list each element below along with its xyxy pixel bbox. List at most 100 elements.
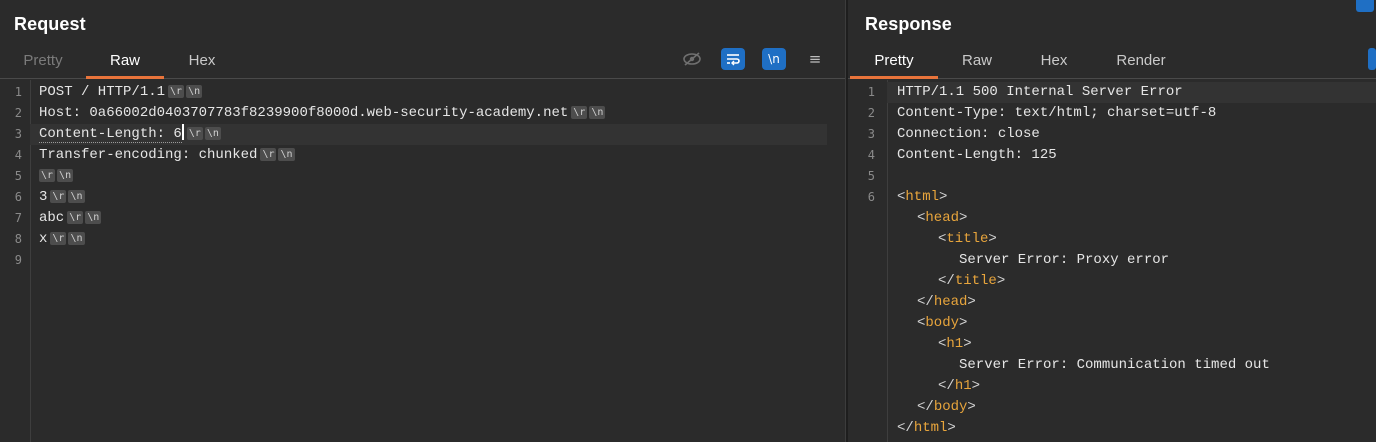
cr-token: \r <box>67 211 84 224</box>
response-line-text: Content-Length: 125 <box>897 147 1057 163</box>
response-line: </title> <box>938 273 1006 289</box>
response-line: Server Error: Communication timed out <box>887 355 1376 376</box>
request-line: 2 Host: 0a66002d0403707783f8239900f8000d… <box>15 103 845 124</box>
cr-token: \r <box>186 127 203 140</box>
response-tab-render[interactable]: Render <box>1112 52 1170 78</box>
request-tab-hex[interactable]: Hex <box>184 52 220 78</box>
request-title: Request <box>14 14 86 34</box>
line-number: 2 <box>867 106 875 120</box>
response-title: Response <box>865 14 952 34</box>
response-tabs: Pretty Raw Hex Render <box>848 48 1376 79</box>
options-icon[interactable] <box>1368 48 1376 70</box>
head-tag-close: head <box>933 294 968 310</box>
request-line-text: x <box>39 231 48 247</box>
response-line: 5 <box>868 166 1376 187</box>
line-number: 9 <box>14 253 22 267</box>
response-line: <h1> <box>938 336 972 352</box>
line-number: 1 <box>867 85 875 99</box>
request-line-text: POST / HTTP/1.1 <box>39 84 166 100</box>
request-line: 4 Transfer-encoding: chunked \r \n <box>15 145 845 166</box>
request-tab-raw[interactable]: Raw <box>86 52 164 79</box>
response-line: </h1> <box>938 378 981 394</box>
response-line: </head> <box>917 294 976 310</box>
lf-token: \n <box>68 190 85 203</box>
line-number: 5 <box>867 169 875 183</box>
h1-text: Server Error: Communication timed out <box>959 357 1270 373</box>
lf-token: \n <box>589 106 606 119</box>
response-tab-raw[interactable]: Raw <box>960 52 994 78</box>
response-line: </html> <box>897 420 956 436</box>
lf-token: \n <box>68 232 85 245</box>
cr-token: \r <box>50 190 67 203</box>
response-line: 4 Content-Length: 125 <box>868 145 1376 166</box>
response-line: </body> <box>917 399 976 415</box>
response-line-text: HTTP/1.1 500 Internal Server Error <box>897 84 1183 100</box>
response-line: 3 Connection: close <box>868 124 1376 145</box>
cr-token: \r <box>571 106 588 119</box>
line-number: 6 <box>14 190 22 204</box>
lf-token: \n <box>278 148 295 161</box>
layout-toggle-icon[interactable] <box>1356 0 1374 12</box>
request-line: 7 abc \r \n <box>15 208 845 229</box>
response-line: 6 <html> <box>868 187 1376 208</box>
title-tag-close: title <box>954 273 997 289</box>
body-tag-open: body <box>925 315 960 331</box>
html-tag-open: html <box>905 189 940 205</box>
line-number: 7 <box>14 211 22 225</box>
line-number: 5 <box>14 169 22 183</box>
response-tab-hex[interactable]: Hex <box>1036 52 1072 78</box>
cr-token: \r <box>168 85 185 98</box>
h1-tag-open: h1 <box>946 336 964 352</box>
newline-toggle-icon[interactable]: \n <box>762 48 786 70</box>
request-line: 8 x \r \n <box>15 229 845 250</box>
menu-icon[interactable]: ≡ <box>803 48 827 70</box>
response-line: <head> <box>917 210 968 226</box>
eye-hidden-icon[interactable] <box>680 48 704 70</box>
request-line-text: Transfer-encoding: chunked <box>39 147 258 163</box>
response-line: <title> <box>938 231 997 247</box>
response-tab-pretty[interactable]: Pretty <box>850 52 938 79</box>
h1-tag-close: h1 <box>954 378 972 394</box>
lf-token: \n <box>186 85 203 98</box>
line-number: 2 <box>14 106 22 120</box>
line-number: 8 <box>14 232 22 246</box>
request-line-text: Content-Length: 6 <box>39 126 182 143</box>
body-tag-close: body <box>933 399 968 415</box>
request-line: 5 \r \n <box>15 166 845 187</box>
response-pane: Response Pretty Raw Hex Render 1 HTTP/1.… <box>848 0 1376 442</box>
request-line-text: abc <box>39 210 65 226</box>
cr-token: \r <box>39 169 56 182</box>
line-number: 1 <box>14 85 22 99</box>
request-pane: Request Pretty Raw Hex \n ≡ 1 POST / HTT… <box>0 0 845 442</box>
text-caret <box>181 124 184 140</box>
cr-token: \r <box>50 232 67 245</box>
wrap-lines-icon[interactable] <box>721 48 745 70</box>
title-tag-open: title <box>946 231 989 247</box>
lf-token: \n <box>204 127 221 140</box>
line-number: 4 <box>14 148 22 162</box>
line-number: 4 <box>867 148 875 162</box>
line-number: 3 <box>867 127 875 141</box>
response-line-text: Connection: close <box>897 126 1040 142</box>
request-tabs: Pretty Raw Hex <box>0 48 845 79</box>
request-line: 9 <box>15 250 845 271</box>
lf-token: \n <box>85 211 102 224</box>
request-line-text: 3 <box>39 189 48 205</box>
cr-token: \r <box>260 148 277 161</box>
response-line: Server Error: Proxy error <box>887 250 1376 271</box>
request-line-current: 3 Content-Length: 6 \r \n <box>15 124 827 145</box>
head-tag-open: head <box>925 210 960 226</box>
response-line: 2 Content-Type: text/html; charset=utf-8 <box>868 103 1376 124</box>
request-line: 1 POST / HTTP/1.1 \r \n <box>15 82 845 103</box>
line-number: 6 <box>867 190 875 204</box>
request-line-text: Host: 0a66002d0403707783f8239900f8000d.w… <box>39 105 569 121</box>
title-text: Server Error: Proxy error <box>959 252 1170 268</box>
request-editor[interactable]: 1 POST / HTTP/1.1 \r \n 2 Host: 0a66002d04… <box>0 80 845 442</box>
request-line: 6 3 \r \n <box>15 187 845 208</box>
lf-token: \n <box>57 169 74 182</box>
response-editor[interactable]: 1 HTTP/1.1 500 Internal Server Error 2 C… <box>848 80 1376 442</box>
response-line-text: Content-Type: text/html; charset=utf-8 <box>897 105 1217 121</box>
line-number: 3 <box>14 127 22 141</box>
request-tab-pretty[interactable]: Pretty <box>19 52 67 78</box>
response-line-current: 1 HTTP/1.1 500 Internal Server Error <box>868 82 1376 103</box>
